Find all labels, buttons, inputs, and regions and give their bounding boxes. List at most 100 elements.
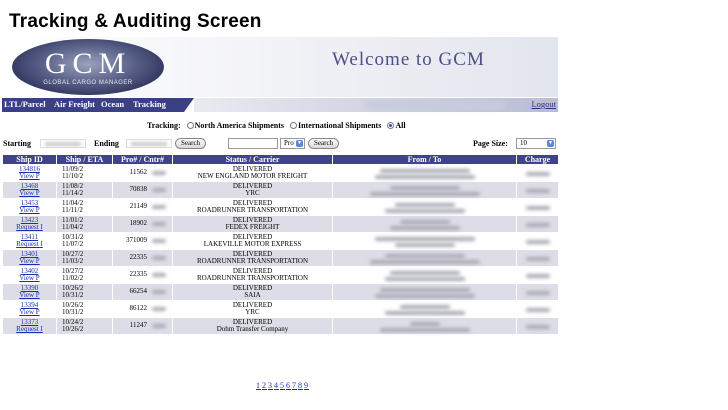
charge-cell — [516, 164, 559, 182]
page-link[interactable]: 3 — [268, 381, 273, 390]
carrier-name: Dohm Transfer Company — [216, 325, 289, 333]
table-row: 13468 View P 11/08/2 11/14/2 70838 DELIVERED Y… — [2, 181, 559, 199]
eta-date: 10/31/2 — [62, 308, 84, 316]
pro-search-button[interactable]: Search — [308, 138, 340, 149]
pro-cell: 86122 — [112, 300, 173, 318]
starting-date-input[interactable] — [40, 139, 86, 148]
page-link[interactable]: 8 — [298, 381, 303, 390]
row-action-link[interactable]: View P — [3, 274, 56, 283]
from-to-cell — [332, 266, 517, 284]
redacted-charge — [526, 240, 550, 244]
status-carrier-cell: DELIVERED NEW ENGLAND MOTOR FREIGHT — [172, 164, 333, 182]
row-action-link[interactable]: Request I — [3, 223, 56, 232]
ship-id-cell: 13394 View P — [2, 300, 57, 318]
search-row: Starting Ending Search Pro ▼ Search Page… — [2, 137, 558, 151]
redacted-charge — [526, 189, 550, 193]
from-to-cell — [332, 164, 517, 182]
radio-international[interactable] — [289, 122, 297, 129]
page-link[interactable]: 5 — [280, 381, 285, 390]
ship-id-cell: 13468 View P — [2, 181, 57, 199]
col-charge[interactable]: Charge — [516, 154, 559, 165]
table-row: 13394 View P 10/26/2 10/31/2 86122 DELIVERED Y… — [2, 300, 559, 318]
eta-date: 11/07/2 — [62, 240, 84, 248]
user-info-redacted — [365, 101, 505, 109]
redacted-charge — [526, 206, 550, 210]
page-link[interactable]: 4 — [274, 381, 279, 390]
nav-ocean[interactable]: Ocean — [101, 99, 124, 109]
nav-tracking[interactable]: Tracking — [133, 99, 166, 109]
redacted-to — [375, 294, 475, 298]
row-action-link[interactable]: View P — [3, 189, 56, 198]
radio-international-label: International Shipments — [297, 121, 382, 130]
pro-number: 86122 — [129, 304, 148, 313]
eta-date: 10/31/2 — [62, 291, 84, 299]
redacted-pro-digits — [152, 205, 166, 209]
pro-cell: 11247 — [112, 317, 173, 335]
col-from-to[interactable]: From / To — [332, 154, 517, 165]
table-row: 13453 View P 11/04/2 11/11/2 21149 DELIVERED R… — [2, 198, 559, 216]
col-ship-eta[interactable]: Ship / ETA — [56, 154, 113, 165]
pro-number: 66254 — [129, 287, 148, 296]
redacted-from — [410, 322, 440, 326]
table-row: 13401 View P 10/27/2 11/03/2 22335 DELIVERED R… — [2, 249, 559, 267]
pro-number: 22335 — [129, 270, 148, 279]
col-status-carrier[interactable]: Status / Carrier — [172, 154, 333, 165]
charge-cell — [516, 198, 559, 216]
row-action-link[interactable]: View P — [3, 291, 56, 300]
page-size-select[interactable]: 10 ▼ — [516, 138, 556, 149]
chevron-down-icon: ▼ — [547, 140, 554, 147]
page-link[interactable]: 2 — [262, 381, 267, 390]
redacted-charge — [526, 325, 550, 329]
slide-title: Tracking & Auditing Screen — [9, 11, 262, 32]
page-link[interactable]: 1 — [256, 381, 261, 390]
radio-all-label: All — [395, 121, 406, 130]
row-action-link[interactable]: View P — [3, 308, 56, 317]
row-action-link[interactable]: View P — [3, 172, 56, 181]
redacted-to — [390, 226, 460, 230]
radio-north-america[interactable] — [186, 122, 194, 129]
welcome-heading: Welcome to GCM — [332, 49, 485, 70]
ship-id-cell: 13373 Request I — [2, 317, 57, 335]
date-search-button[interactable]: Search — [175, 138, 207, 149]
pro-cell: 18902 — [112, 215, 173, 233]
ship-id-cell: 13390 View P — [2, 283, 57, 301]
page-link[interactable]: 9 — [304, 381, 309, 390]
ship-id-cell: 13453 View P — [2, 198, 57, 216]
carrier-name: ROADRUNNER TRANSPORTATION — [196, 206, 309, 214]
logout-link[interactable]: Logout — [531, 99, 556, 109]
carrier-name: ROADRUNNER TRANSPORTATION — [196, 257, 309, 265]
row-action-link[interactable]: View P — [3, 257, 56, 266]
redacted-to — [380, 328, 470, 332]
radio-all[interactable] — [387, 122, 395, 129]
row-action-link[interactable]: View P — [3, 206, 56, 215]
from-to-cell — [332, 215, 517, 233]
pro-select[interactable]: Pro ▼ — [280, 138, 305, 149]
eta-date: 11/02/2 — [62, 274, 84, 282]
carrier-name: YRC — [245, 308, 260, 316]
pro-number: 371009 — [126, 236, 147, 245]
status-carrier-cell: DELIVERED YRC — [172, 300, 333, 318]
col-pro-cntr[interactable]: Pro# / Cntr# — [112, 154, 173, 165]
pro-cell: 66254 — [112, 283, 173, 301]
redacted-from — [375, 237, 475, 241]
pro-search-input[interactable] — [228, 138, 278, 149]
pro-number: 21149 — [129, 202, 147, 211]
redacted-to — [370, 260, 480, 264]
row-action-link[interactable]: Request I — [3, 240, 56, 249]
nav-bar: LTL/Parcel Air Freight Ocean Tracking Lo… — [2, 98, 558, 112]
row-action-link[interactable]: Request I — [3, 325, 56, 334]
page-link[interactable]: 6 — [286, 381, 291, 390]
charge-cell — [516, 249, 559, 267]
col-ship-id[interactable]: Ship ID — [2, 154, 57, 165]
ship-id-cell: 13402 View P — [2, 266, 57, 284]
nav-air-freight[interactable]: Air Freight — [54, 99, 95, 109]
ending-date-input[interactable] — [126, 139, 172, 148]
shipments-table: Ship ID Ship / ETA Pro# / Cntr# Status /… — [2, 154, 559, 335]
ship-id-cell: 13411 Request I — [2, 232, 57, 250]
chevron-down-icon: ▼ — [296, 140, 303, 147]
page-link[interactable]: 7 — [292, 381, 297, 390]
nav-ltl-parcel[interactable]: LTL/Parcel — [4, 99, 46, 109]
ending-label: Ending — [94, 139, 119, 148]
carrier-name: NEW ENGLAND MOTOR FREIGHT — [197, 172, 308, 180]
pro-cell: 22335 — [112, 249, 173, 267]
